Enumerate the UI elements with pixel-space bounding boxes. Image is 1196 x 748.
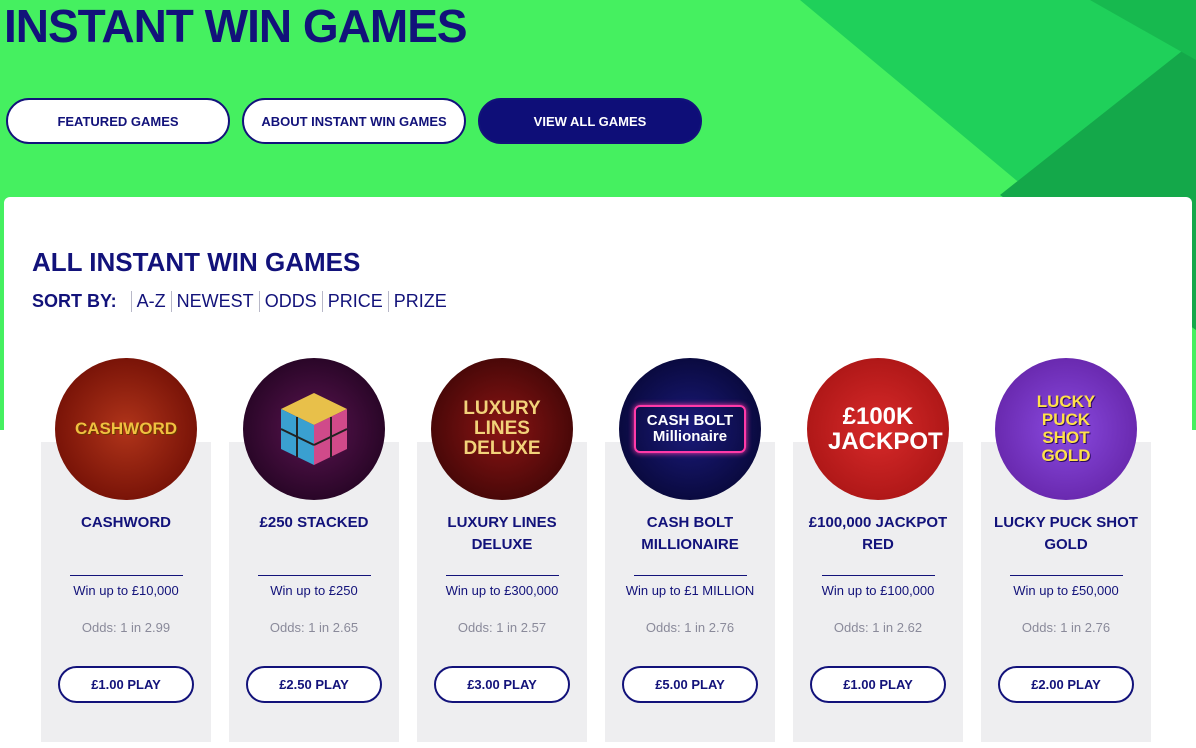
play-button[interactable]: £5.00 PLAY [622, 666, 758, 703]
play-button[interactable]: £1.00 PLAY [58, 666, 194, 703]
game-card-100000-jackpot-red[interactable]: £100K JACKPOT £100,000 JACKPOT RED Win u… [793, 358, 963, 742]
games-panel: ALL INSTANT WIN GAMES SORT BY: A-Z NEWES… [4, 197, 1192, 748]
sort-label: SORT BY: [32, 291, 117, 311]
game-image[interactable]: £100K JACKPOT [807, 358, 949, 500]
section-title: ALL INSTANT WIN GAMES [32, 247, 361, 277]
game-name: CASHWORD [81, 514, 171, 531]
tab-view-all-games[interactable]: VIEW ALL GAMES [478, 98, 702, 144]
divider [70, 575, 183, 576]
game-name: LUCKY PUCK SHOT GOLD [994, 514, 1138, 553]
sort-option-price[interactable]: PRICE [321, 291, 388, 312]
stacked-cube-icon [280, 393, 348, 465]
sort-option-newest[interactable]: NEWEST [170, 291, 259, 312]
game-odds: Odds: 1 in 2.57 [457, 620, 547, 635]
divider [446, 575, 559, 576]
game-image[interactable]: LUCKY PUCK SHOT GOLD [995, 358, 1137, 500]
game-card-cashword[interactable]: CASHWORD CASHWORD Win up to £10,000 Odds… [41, 358, 211, 742]
game-win: Win up to £1 MILLION [625, 583, 755, 598]
game-odds: Odds: 1 in 2.65 [269, 620, 359, 635]
tab-featured-games[interactable]: FEATURED GAMES [6, 98, 230, 144]
game-name: LUXURY LINES DELUXE [447, 514, 557, 553]
play-button[interactable]: £2.00 PLAY [998, 666, 1134, 703]
tab-bar: FEATURED GAMES ABOUT INSTANT WIN GAMES V… [6, 98, 702, 144]
game-odds: Odds: 1 in 2.76 [1021, 620, 1111, 635]
game-logo: CASH BOLT Millionaire [634, 405, 746, 453]
divider [634, 575, 747, 576]
game-card-luxury-lines-deluxe[interactable]: LUXURY LINES DELUXE LUXURY LINES DELUXE … [417, 358, 587, 742]
game-name: £250 STACKED [259, 514, 369, 531]
game-image[interactable] [243, 358, 385, 500]
sort-option-prize[interactable]: PRIZE [387, 291, 452, 312]
play-button[interactable]: £3.00 PLAY [434, 666, 570, 703]
tab-about-instant-win-games[interactable]: ABOUT INSTANT WIN GAMES [242, 98, 466, 144]
divider [258, 575, 371, 576]
divider [822, 575, 935, 576]
game-logo: £100K JACKPOT [828, 402, 943, 455]
game-logo: LUXURY LINES DELUXE [463, 398, 541, 459]
game-win: Win up to £250 [270, 583, 358, 598]
sort-option-odds[interactable]: ODDS [258, 291, 322, 312]
game-name: £100,000 JACKPOT RED [808, 514, 948, 553]
play-button[interactable]: £2.50 PLAY [246, 666, 382, 703]
game-card-cash-bolt-millionaire[interactable]: CASH BOLT Millionaire CASH BOLT MILLIONA… [605, 358, 775, 742]
game-card-lucky-puck-shot-gold[interactable]: LUCKY PUCK SHOT GOLD LUCKY PUCK SHOT GOL… [981, 358, 1151, 742]
game-card-250-stacked[interactable]: £250 STACKED Win up to £250 Odds: 1 in 2… [229, 358, 399, 742]
game-image[interactable]: LUXURY LINES DELUXE [431, 358, 573, 500]
sort-option-a-z[interactable]: A-Z [130, 291, 171, 312]
game-image[interactable]: CASH BOLT Millionaire [619, 358, 761, 500]
game-win: Win up to £50,000 [1013, 583, 1119, 598]
game-win: Win up to £300,000 [445, 583, 559, 598]
divider [1010, 575, 1123, 576]
game-odds: Odds: 1 in 2.76 [645, 620, 735, 635]
game-odds: Odds: 1 in 2.99 [81, 620, 171, 635]
game-image[interactable]: CASHWORD [55, 358, 197, 500]
sort-bar: SORT BY: A-Z NEWEST ODDS PRICE PRIZE [32, 291, 452, 312]
page-title: INSTANT WIN GAMES [4, 0, 468, 52]
game-logo: CASHWORD [75, 419, 177, 439]
game-odds: Odds: 1 in 2.62 [833, 620, 923, 635]
game-logo: LUCKY PUCK SHOT GOLD [1036, 392, 1096, 465]
game-win: Win up to £10,000 [73, 583, 179, 598]
game-cards: CASHWORD CASHWORD Win up to £10,000 Odds… [41, 358, 1151, 742]
game-win: Win up to £100,000 [821, 583, 935, 598]
game-name: CASH BOLT MILLIONAIRE [641, 514, 739, 553]
play-button[interactable]: £1.00 PLAY [810, 666, 946, 703]
